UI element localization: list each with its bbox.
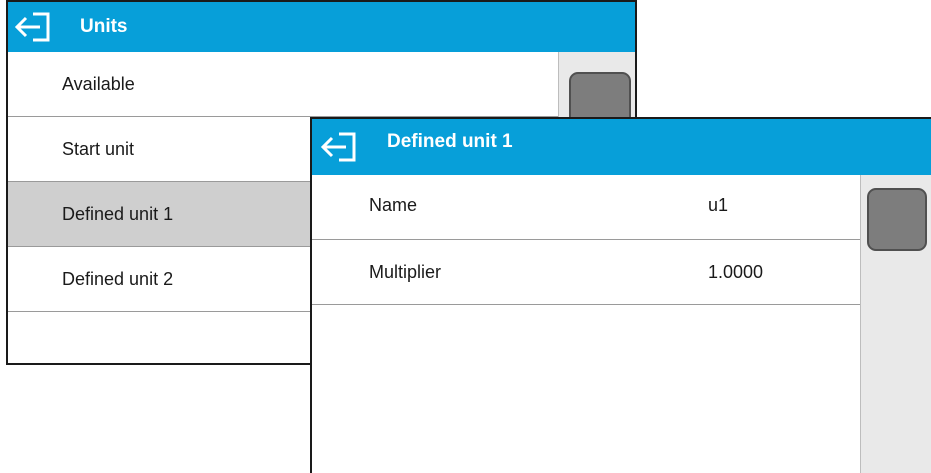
list-item-label: Available	[62, 74, 135, 94]
param-name-label: Name	[369, 195, 418, 215]
exit-arrow-icon[interactable]	[14, 11, 52, 43]
param-name-value: u1	[708, 195, 729, 215]
exit-arrow-icon[interactable]	[320, 131, 358, 163]
units-header: Units	[8, 2, 635, 52]
param-multiplier-value: 1.0000	[708, 262, 764, 282]
list-item-label: Start unit	[62, 139, 135, 159]
defined-unit-window: Defined unit 1 Name u1 Multiplier 1.0000	[310, 117, 931, 473]
list-item-available[interactable]: Available	[8, 52, 559, 117]
defined-unit-scrollbar[interactable]	[860, 175, 931, 473]
units-title: Units	[80, 16, 128, 37]
defined-unit-params: Name u1 Multiplier 1.0000	[312, 175, 861, 305]
list-item-label: Defined unit 2	[62, 269, 174, 289]
defined-unit-scroll-thumb[interactable]	[867, 188, 927, 251]
param-row-multiplier[interactable]: Multiplier 1.0000	[312, 240, 861, 305]
defined-unit-header: Defined unit 1	[312, 119, 931, 175]
param-multiplier-label: Multiplier	[369, 262, 442, 282]
param-row-name[interactable]: Name u1	[312, 175, 861, 240]
list-item-label: Defined unit 1	[62, 204, 174, 224]
defined-unit-title: Defined unit 1	[387, 131, 513, 152]
